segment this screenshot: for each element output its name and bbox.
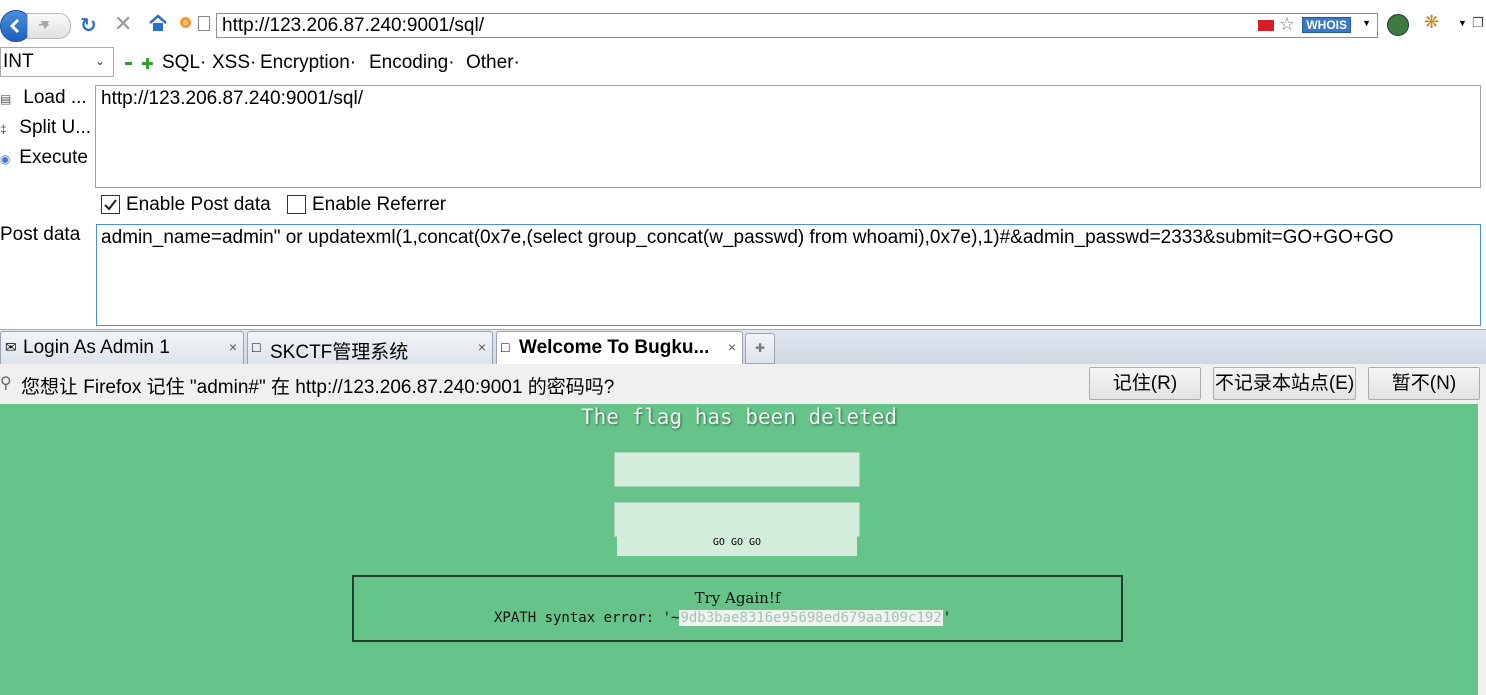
- post-data-label: Post data: [0, 224, 81, 245]
- mail-icon: ✉: [5, 339, 17, 355]
- site-identity-icon[interactable]: o: [180, 17, 191, 28]
- error-message-box: Try Again!f XPATH syntax error: '~9db3ba…: [352, 575, 1123, 642]
- firebug-dropdown-icon[interactable]: ▼: [1458, 18, 1467, 28]
- not-now-button[interactable]: 暂不(N): [1368, 367, 1480, 400]
- scrollbar[interactable]: [1478, 404, 1486, 695]
- enable-post-checkbox[interactable]: [101, 195, 120, 214]
- hackbar-url-textarea[interactable]: http://123.206.87.240:9001/sql/: [95, 85, 1481, 188]
- enable-referrer-label[interactable]: Enable Referrer: [312, 194, 446, 216]
- tab-title: SKCTF管理系统: [270, 342, 409, 363]
- address-bar-url[interactable]: http://123.206.87.240:9001/sql/: [222, 15, 484, 37]
- reload-icon[interactable]: ↻: [80, 13, 97, 38]
- tab-login-as-admin[interactable]: ✉ Login As Admin 1 ×: [0, 331, 244, 364]
- xpath-error-hash: 9db3bae8316e95698ed679aa109c192: [679, 610, 943, 626]
- addon-shield-icon[interactable]: [1387, 14, 1409, 36]
- split-url-button[interactable]: ‡ Split U...: [0, 117, 91, 139]
- username-input[interactable]: [614, 452, 860, 487]
- key-icon: ⚲: [0, 375, 12, 392]
- post-data-textarea[interactable]: admin_name=admin" or updatexml(1,concat(…: [96, 224, 1481, 326]
- menu-sql[interactable]: SQL·: [162, 52, 206, 74]
- execute-button[interactable]: ◉ Execute: [0, 147, 88, 169]
- load-url-button[interactable]: ▤ Load ...: [0, 87, 87, 109]
- load-url-label: Load ...: [23, 87, 87, 108]
- page-title: The flag has been deleted: [580, 405, 898, 429]
- menu-encryption[interactable]: Encryption·: [260, 52, 356, 74]
- address-bar[interactable]: http://123.206.87.240:9001/sql/ ☆ WHOIS …: [216, 13, 1378, 38]
- home-icon[interactable]: [148, 14, 168, 37]
- window-restore-icon[interactable]: ❐: [1472, 15, 1484, 31]
- close-icon[interactable]: ×: [229, 339, 237, 355]
- xpath-error-line: XPATH syntax error: '~9db3bae8316e95698e…: [494, 610, 951, 626]
- remember-button[interactable]: 记住(R): [1089, 367, 1201, 400]
- forward-button[interactable]: ➜ ▼: [27, 13, 71, 39]
- split-url-label: Split U...: [19, 117, 92, 138]
- firebug-icon[interactable]: ❋: [1424, 12, 1439, 33]
- country-flag-icon: [1258, 20, 1274, 31]
- execute-icon: ◉: [0, 152, 11, 166]
- back-arrow-icon: [9, 18, 20, 34]
- checkmark-icon: [104, 199, 117, 211]
- tab-title: Welcome To Bugku...: [519, 337, 710, 358]
- type-select[interactable]: INT ⌄: [0, 47, 114, 77]
- tab-title: Login As Admin 1: [23, 337, 170, 358]
- page-icon: □: [252, 339, 261, 355]
- execute-label: Execute: [19, 147, 88, 168]
- submit-button[interactable]: GO GO GO: [617, 527, 857, 556]
- try-again-text: Try Again!f: [694, 589, 781, 607]
- new-tab-button[interactable]: ✚: [745, 333, 775, 364]
- xpath-error-suffix: ': [942, 610, 952, 626]
- menu-xss[interactable]: XSS·: [212, 52, 256, 74]
- hackbar-url-value: http://123.206.87.240:9001/sql/: [101, 88, 363, 109]
- stop-icon[interactable]: ✕: [114, 11, 132, 37]
- menu-encoding[interactable]: Encoding·: [369, 52, 455, 74]
- page-icon: [198, 16, 210, 31]
- whois-badge[interactable]: WHOIS: [1302, 17, 1351, 33]
- enable-post-label[interactable]: Enable Post data: [126, 194, 271, 216]
- post-data-value: admin_name=admin" or updatexml(1,concat(…: [101, 227, 1394, 248]
- increment-icon[interactable]: ✚: [141, 55, 154, 73]
- notification-text: 您想让 Firefox 记住 "admin#" 在 http://123.206…: [21, 377, 615, 398]
- url-history-dropdown-icon[interactable]: ▼: [1362, 18, 1371, 28]
- history-dropdown-icon[interactable]: ▼: [38, 16, 67, 32]
- split-icon: ‡: [0, 122, 7, 136]
- decrement-icon[interactable]: [125, 62, 132, 65]
- tab-welcome-bugku[interactable]: □ Welcome To Bugku... ×: [496, 331, 743, 365]
- load-icon: ▤: [0, 92, 12, 106]
- xpath-error-prefix: XPATH syntax error: '~: [494, 610, 680, 626]
- tab-skctf[interactable]: □ SKCTF管理系统 ×: [247, 331, 493, 364]
- type-select-value: INT: [3, 51, 34, 72]
- close-icon[interactable]: ×: [478, 339, 486, 355]
- page-icon: □: [501, 339, 510, 355]
- never-remember-button[interactable]: 不记录本站点(E): [1213, 367, 1356, 400]
- enable-referrer-checkbox[interactable]: [287, 195, 306, 214]
- chevron-down-icon: ⌄: [94, 54, 105, 68]
- bookmark-star-icon[interactable]: ☆: [1279, 14, 1295, 35]
- menu-other[interactable]: Other·: [466, 52, 520, 74]
- close-icon[interactable]: ×: [728, 339, 736, 355]
